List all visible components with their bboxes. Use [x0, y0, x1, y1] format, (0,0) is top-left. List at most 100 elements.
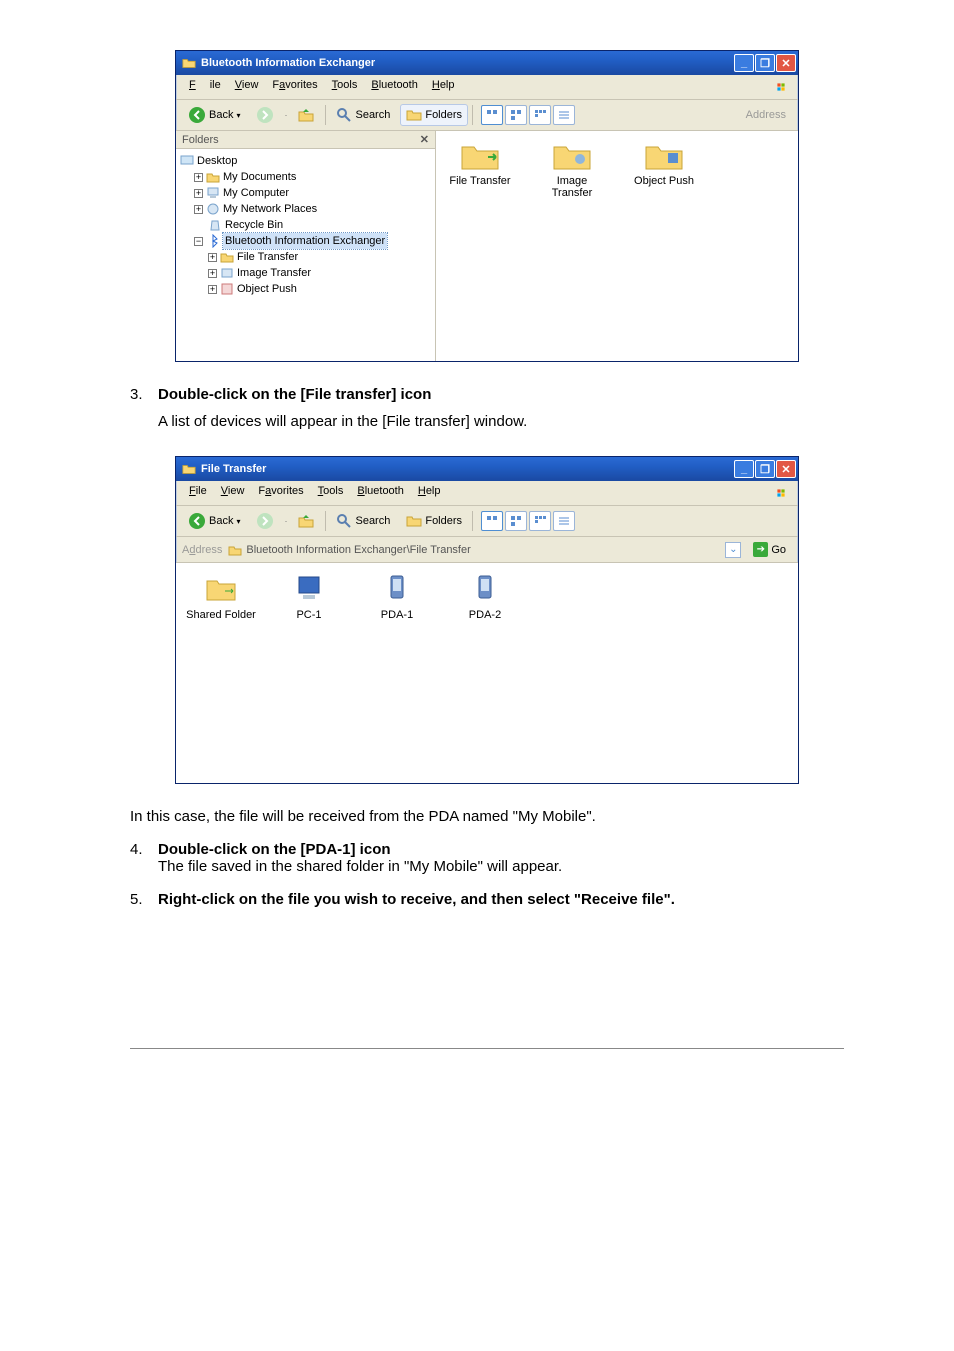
item-pda-1[interactable]: PDA-1: [362, 573, 432, 621]
expand-icon[interactable]: +: [194, 173, 203, 182]
folder-icon: [206, 170, 220, 184]
tree-mycomp[interactable]: +My Computer: [180, 185, 431, 201]
view-tiles-button[interactable]: [505, 105, 527, 125]
forward-icon: [256, 106, 274, 124]
menu-favorites[interactable]: Favorites: [251, 483, 310, 503]
go-button[interactable]: ➔ Go: [747, 540, 792, 559]
view-buttons: [481, 511, 575, 531]
tree-imagetransfer[interactable]: +Image Transfer: [180, 265, 431, 281]
tree-filetransfer[interactable]: +File Transfer: [180, 249, 431, 265]
expand-icon[interactable]: +: [194, 189, 203, 198]
content-pane[interactable]: Shared Folder PC-1 PDA-1 PDA-2: [176, 563, 798, 783]
back-icon: [188, 512, 206, 530]
forward-button[interactable]: [250, 103, 280, 127]
search-button[interactable]: Search: [330, 510, 396, 532]
search-button[interactable]: Search: [330, 104, 396, 126]
up-button[interactable]: [291, 509, 321, 533]
address-path[interactable]: Bluetooth Information Exchanger\File Tra…: [228, 543, 719, 557]
step-title: Double-click on the [File transfer] icon: [158, 386, 431, 403]
menu-view[interactable]: View: [214, 483, 252, 503]
step-number: 3.: [130, 386, 158, 403]
folders-header-label: Folders: [182, 134, 219, 146]
menu-view[interactable]: View: [228, 77, 266, 97]
expand-icon[interactable]: +: [208, 285, 217, 294]
computer-icon: [206, 186, 220, 200]
menu-tools[interactable]: Tools: [325, 77, 365, 97]
close-pane-button[interactable]: ✕: [420, 133, 429, 146]
window-file-transfer: File Transfer _ ❐ ✕ File View Favorites …: [175, 456, 799, 784]
back-button[interactable]: Back ▾: [182, 103, 246, 127]
minimize-button[interactable]: _: [734, 460, 754, 478]
step-5: 5. Right-click on the file you wish to r…: [130, 891, 844, 908]
tree-mydocs[interactable]: +My Documents: [180, 169, 431, 185]
item-shared-folder[interactable]: Shared Folder: [186, 573, 256, 621]
menu-file[interactable]: File: [182, 483, 214, 503]
file-transfer-icon: [182, 462, 196, 476]
forward-button[interactable]: [250, 509, 280, 533]
view-thumbnails-button[interactable]: [481, 511, 503, 531]
menu-help[interactable]: Help: [411, 483, 448, 503]
step-4: 4. Double-click on the [PDA-1] icon The …: [130, 841, 844, 875]
menu-bluetooth[interactable]: Bluetooth: [364, 77, 425, 97]
maximize-button[interactable]: ❐: [755, 54, 775, 72]
back-label: Back: [209, 109, 233, 121]
pc-icon: [293, 573, 325, 605]
item-pc-1[interactable]: PC-1: [274, 573, 344, 621]
image-transfer-icon: [552, 139, 592, 171]
window-title: File Transfer: [201, 463, 266, 475]
file-transfer-icon: [228, 543, 242, 557]
folders-button[interactable]: Folders: [400, 104, 468, 126]
view-thumbnails-button[interactable]: [481, 105, 503, 125]
item-object-push[interactable]: Object Push: [628, 139, 700, 187]
view-icons-button[interactable]: [529, 511, 551, 531]
tree-recycle[interactable]: Recycle Bin: [180, 217, 431, 233]
back-button[interactable]: Back ▾: [182, 509, 246, 533]
folders-button[interactable]: Folders: [400, 510, 468, 532]
up-folder-icon: [297, 106, 315, 124]
titlebar[interactable]: File Transfer _ ❐ ✕: [176, 457, 798, 481]
tree-btex[interactable]: −Bluetooth Information Exchanger: [180, 233, 431, 249]
expand-icon[interactable]: +: [208, 269, 217, 278]
minimize-button[interactable]: _: [734, 54, 754, 72]
item-pda-2[interactable]: PDA-2: [450, 573, 520, 621]
up-button[interactable]: [291, 103, 321, 127]
tree-desktop[interactable]: Desktop: [180, 153, 431, 169]
menu-favorites[interactable]: Favorites: [265, 77, 324, 97]
step-3-desc: A list of devices will appear in the [Fi…: [158, 413, 844, 430]
titlebar[interactable]: Bluetooth Information Exchanger _ ❐ ✕: [176, 51, 798, 75]
tree-mynet[interactable]: +My Network Places: [180, 201, 431, 217]
address-dropdown[interactable]: ⌄: [725, 542, 741, 558]
content-pane[interactable]: File Transfer Image Transfer Object Push: [436, 131, 798, 361]
collapse-icon[interactable]: −: [194, 237, 203, 246]
folders-icon: [406, 107, 422, 123]
footer-rule: [130, 1048, 844, 1049]
address-label: Address: [740, 109, 792, 121]
folders-pane: Folders ✕ Desktop +My Documents +My Comp…: [176, 131, 436, 361]
menu-file[interactable]: File: [182, 77, 228, 97]
folder-tree: Desktop +My Documents +My Computer +My N…: [176, 149, 435, 301]
view-tiles-button[interactable]: [505, 511, 527, 531]
view-list-button[interactable]: [553, 511, 575, 531]
item-label: Shared Folder: [186, 609, 256, 621]
back-icon: [188, 106, 206, 124]
view-icons-button[interactable]: [529, 105, 551, 125]
item-image-transfer[interactable]: Image Transfer: [536, 139, 608, 199]
step-title: Right-click on the file you wish to rece…: [158, 891, 675, 908]
maximize-button[interactable]: ❐: [755, 460, 775, 478]
view-list-button[interactable]: [553, 105, 575, 125]
close-button[interactable]: ✕: [776, 460, 796, 478]
menu-tools[interactable]: Tools: [311, 483, 351, 503]
item-file-transfer[interactable]: File Transfer: [444, 139, 516, 187]
window-bluetooth-exchanger: Bluetooth Information Exchanger _ ❐ ✕ Fi…: [175, 50, 799, 362]
expand-icon[interactable]: +: [194, 205, 203, 214]
close-button[interactable]: ✕: [776, 54, 796, 72]
expand-icon[interactable]: +: [208, 253, 217, 262]
item-label: PDA-2: [450, 609, 520, 621]
menu-help[interactable]: Help: [425, 77, 462, 97]
desktop-icon: [180, 154, 194, 168]
pda-icon: [381, 573, 413, 605]
go-label: Go: [771, 544, 786, 556]
folders-label: Folders: [425, 109, 462, 121]
tree-objectpush[interactable]: +Object Push: [180, 281, 431, 297]
menu-bluetooth[interactable]: Bluetooth: [350, 483, 411, 503]
